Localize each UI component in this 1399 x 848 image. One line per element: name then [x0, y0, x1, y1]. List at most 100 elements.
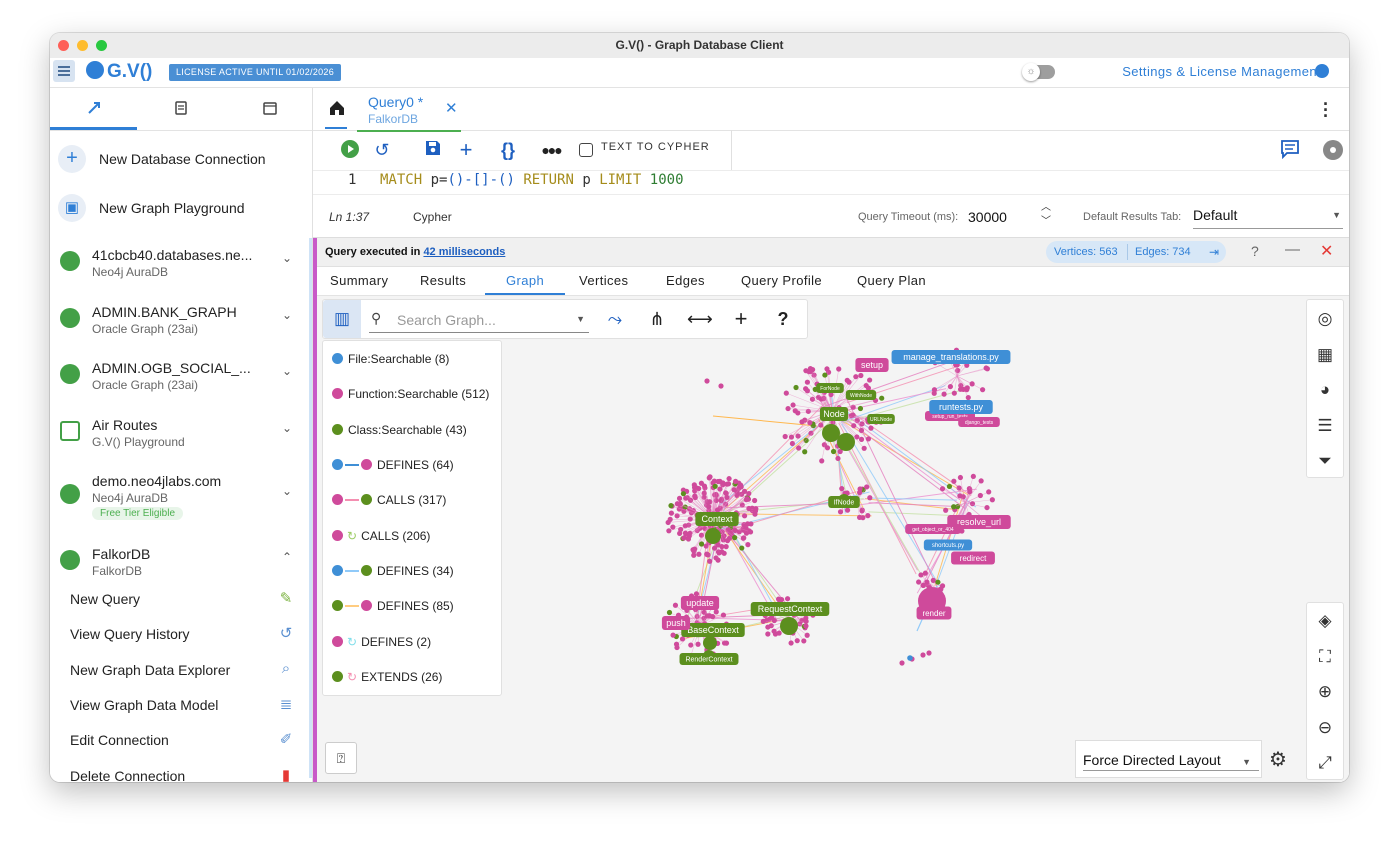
graph-node[interactable] — [666, 609, 673, 616]
connections-tab-icon[interactable] — [86, 100, 102, 116]
graph-node[interactable] — [980, 387, 986, 393]
graph-node[interactable] — [745, 542, 751, 548]
graph-node[interactable] — [706, 613, 713, 619]
graph-node[interactable] — [796, 445, 802, 451]
export-icon[interactable]: ⇥ — [1209, 241, 1219, 263]
graph-node[interactable] — [696, 551, 702, 557]
graph-node[interactable] — [752, 497, 758, 504]
graph-node[interactable] — [668, 503, 674, 509]
history-icon[interactable]: ↺ — [371, 139, 393, 161]
graph-node[interactable] — [837, 433, 855, 451]
graph-node[interactable] — [858, 427, 865, 434]
connection-item[interactable]: 41cbcb40.databases.ne... Neo4j AuraDB ⌄ — [56, 241, 304, 297]
graph-node[interactable] — [789, 440, 795, 447]
graph-node[interactable] — [752, 508, 759, 514]
graph-node[interactable] — [747, 529, 754, 535]
graph-node[interactable] — [741, 513, 748, 519]
new-graph-playground-button[interactable]: ▣ New Graph Playground — [56, 188, 306, 228]
graph-node[interactable] — [782, 433, 788, 440]
graph-node[interactable] — [969, 381, 975, 387]
graph-node[interactable] — [793, 384, 799, 391]
edit-connection-item[interactable]: Edit Connection ✐ — [70, 725, 295, 755]
graph-node[interactable] — [732, 527, 738, 534]
tab-query-profile[interactable]: Query Profile — [741, 273, 822, 288]
save-icon[interactable] — [413, 139, 440, 161]
path-icon[interactable]: ⤳ — [603, 307, 627, 331]
graph-node[interactable] — [865, 385, 872, 391]
graph-node[interactable] — [706, 504, 712, 510]
graph-node[interactable] — [946, 483, 953, 490]
graph-node[interactable] — [788, 434, 795, 440]
graph-node[interactable] — [951, 478, 957, 484]
graph-node[interactable] — [830, 448, 837, 455]
graph-node[interactable] — [776, 630, 782, 636]
graph-node[interactable] — [723, 490, 729, 496]
graph-node[interactable] — [822, 372, 828, 378]
graph-node[interactable] — [673, 641, 680, 647]
minimize-icon[interactable]: — — [1285, 241, 1300, 258]
graph-node[interactable] — [864, 484, 870, 490]
graph-node[interactable] — [844, 377, 850, 383]
graph-edge[interactable] — [956, 367, 987, 377]
graph-node[interactable] — [804, 379, 811, 385]
more-vert-icon[interactable]: · · · — [1323, 95, 1329, 125]
graph-node[interactable] — [741, 535, 747, 541]
graph-canvas[interactable]: Node Context RequestContext BaseContext Rend… — [317, 296, 1349, 782]
graph-node[interactable] — [704, 378, 710, 384]
new-database-connection-button[interactable]: + New Database Connection — [56, 139, 306, 179]
tab-graph[interactable]: Graph — [506, 273, 544, 288]
graph-node[interactable] — [725, 481, 732, 487]
graph-node[interactable] — [707, 558, 713, 564]
theme-toggle[interactable]: ☼ — [1022, 63, 1055, 81]
graph-edge[interactable] — [934, 375, 958, 390]
graph-node[interactable] — [795, 433, 801, 439]
graph-node[interactable] — [676, 495, 683, 501]
tab-edges[interactable]: Edges — [666, 273, 705, 288]
graph-node[interactable] — [724, 494, 730, 501]
graph-node[interactable] — [920, 652, 926, 658]
locate-icon[interactable]: ◎ — [1315, 309, 1335, 329]
graph-node[interactable] — [907, 655, 913, 661]
graph-node[interactable] — [839, 486, 845, 492]
legend-item[interactable]: DEFINES (64) — [332, 458, 454, 478]
graph-node[interactable] — [672, 602, 679, 608]
layout-settings-gear-icon[interactable]: ⚙ — [1269, 747, 1287, 772]
graph-node[interactable] — [858, 372, 864, 379]
graph-node[interactable] — [734, 489, 740, 495]
graph-node[interactable] — [803, 615, 809, 621]
graph-node[interactable] — [854, 434, 860, 440]
chevron-down-icon[interactable]: ⌄ — [282, 484, 292, 498]
graph-node[interactable] — [668, 510, 675, 516]
graph-node[interactable] — [705, 528, 721, 544]
graph-node[interactable] — [804, 632, 810, 638]
home-icon[interactable] — [327, 98, 347, 118]
graph-node[interactable] — [746, 490, 752, 497]
graph-node[interactable] — [964, 385, 970, 391]
graph-node[interactable] — [970, 473, 976, 480]
text-to-cypher-button[interactable]: TEXT TO CYPHER — [601, 141, 710, 153]
graph-node[interactable] — [926, 650, 932, 656]
timeout-input[interactable]: 30000 — [968, 209, 1007, 225]
graph-node[interactable] — [783, 390, 789, 396]
legend-item[interactable]: ↻ EXTENDS (26) — [332, 670, 442, 690]
graph-node[interactable] — [784, 596, 791, 602]
graph-node[interactable] — [732, 535, 738, 541]
graph-node[interactable] — [716, 550, 722, 556]
graph-node[interactable] — [688, 642, 694, 648]
legend-item[interactable]: DEFINES (34) — [332, 564, 454, 584]
minimize-window-button[interactable] — [77, 40, 88, 51]
palette-icon[interactable]: ◕ — [1315, 380, 1335, 400]
graph-node[interactable] — [739, 545, 745, 551]
filter-icon[interactable]: ⏷ — [1315, 451, 1335, 471]
zoom-out-icon[interactable]: ⊖ — [1315, 718, 1335, 738]
graph-node[interactable] — [868, 425, 874, 431]
graph-node[interactable] — [780, 617, 798, 635]
graph-node[interactable] — [703, 636, 717, 650]
hierarchy-icon[interactable]: ⋔ — [645, 307, 669, 331]
documents-tab-icon[interactable] — [173, 100, 189, 116]
graph-node[interactable] — [899, 660, 905, 666]
graph-node[interactable] — [726, 476, 732, 482]
graph-node[interactable] — [861, 445, 867, 451]
table-icon[interactable]: ▦ — [1315, 345, 1335, 365]
help-panel-icon[interactable]: ⍰ — [325, 742, 357, 774]
